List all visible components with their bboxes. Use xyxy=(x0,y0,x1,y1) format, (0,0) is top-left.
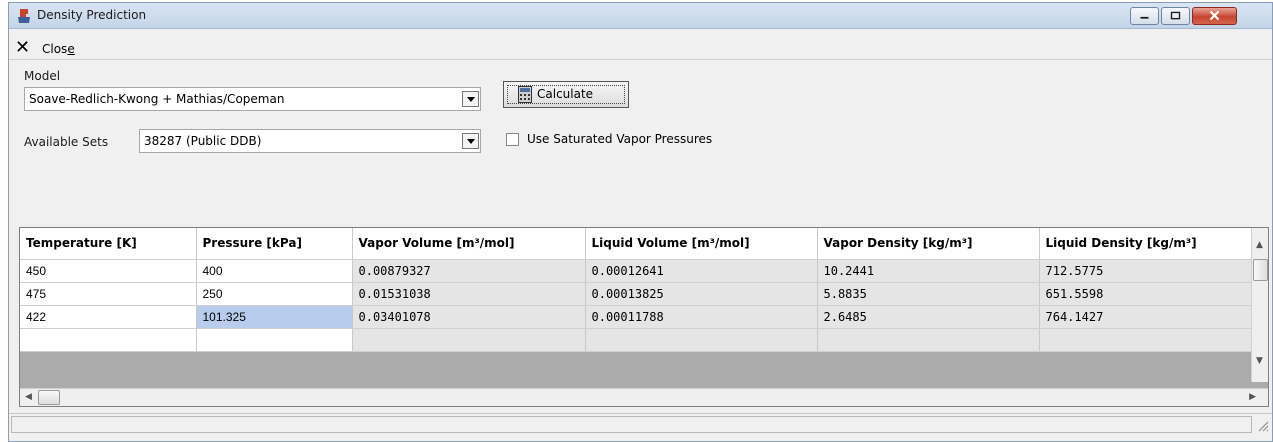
window-close-button[interactable] xyxy=(1192,7,1237,25)
available-sets-label: Available Sets xyxy=(24,135,109,149)
vapor-volume-cell xyxy=(352,328,586,352)
horizontal-scrollbar[interactable]: ◀ ▶ xyxy=(20,388,1268,406)
header-row: Temperature [K] Pressure [kPa] Vapor Vol… xyxy=(20,228,1254,260)
vertical-scrollbar[interactable]: ▲ ▼ xyxy=(1251,228,1268,382)
pressure-cell[interactable] xyxy=(196,328,353,352)
liquid-density-cell: 712.5775 xyxy=(1039,259,1254,283)
window-title: Density Prediction xyxy=(37,8,147,22)
close-icon xyxy=(1209,10,1220,21)
chevron-down-icon[interactable] xyxy=(462,133,479,149)
column-header[interactable]: Liquid Volume [m³/mol] xyxy=(585,228,818,260)
saturated-vapor-label[interactable]: Use Saturated Vapor Pressures xyxy=(527,132,712,146)
density-prediction-window: Density Prediction ✕ Close Model Soave-R… xyxy=(8,2,1273,442)
model-select[interactable]: Soave-Redlich-Kwong + Mathias/Copeman xyxy=(24,87,481,111)
close-label: Close xyxy=(42,42,75,56)
column-header[interactable]: Vapor Volume [m³/mol] xyxy=(352,228,586,260)
maximize-button[interactable] xyxy=(1161,7,1190,25)
close-x-icon: ✕ xyxy=(15,37,31,58)
results-grid[interactable]: Temperature [K] Pressure [kPa] Vapor Vol… xyxy=(19,227,1269,407)
status-bar xyxy=(9,413,1272,435)
liquid-volume-cell: 0.00013825 xyxy=(585,282,818,306)
maximize-icon xyxy=(1170,11,1181,20)
vapor-density-cell xyxy=(817,328,1040,352)
chevron-down-icon[interactable] xyxy=(462,91,479,107)
liquid-density-cell xyxy=(1039,328,1254,352)
temperature-cell[interactable]: 422 xyxy=(20,305,197,329)
column-header[interactable]: Pressure [kPa] xyxy=(196,228,353,260)
vapor-density-cell: 10.2441 xyxy=(817,259,1040,283)
vapor-volume-cell: 0.01531038 xyxy=(352,282,586,306)
column-header[interactable]: Vapor Density [kg/m³] xyxy=(817,228,1040,260)
liquid-volume-cell xyxy=(585,328,818,352)
results-table: Temperature [K] Pressure [kPa] Vapor Vol… xyxy=(20,228,1254,352)
scroll-right-icon[interactable]: ▶ xyxy=(1249,392,1256,402)
liquid-volume-cell: 0.00011788 xyxy=(585,305,818,329)
scroll-down-icon[interactable]: ▼ xyxy=(1256,356,1263,366)
model-label: Model xyxy=(24,69,61,83)
liquid-volume-cell: 0.00012641 xyxy=(585,259,818,283)
column-header[interactable]: Liquid Density [kg/m³] xyxy=(1039,228,1254,260)
pressure-cell[interactable]: 250 xyxy=(196,282,353,306)
calculate-button[interactable]: Calculate xyxy=(503,81,629,108)
pressure-cell[interactable]: 400 xyxy=(196,259,353,283)
toolbar: ✕ Close xyxy=(9,30,1272,60)
available-sets-select[interactable]: 38287 (Public DDB) xyxy=(139,129,481,153)
table-row: 450 400 0.00879327 0.00012641 10.2441 71… xyxy=(20,259,1254,283)
liquid-density-cell: 651.5598 xyxy=(1039,282,1254,306)
vapor-volume-cell: 0.03401078 xyxy=(352,305,586,329)
vertical-scroll-thumb[interactable] xyxy=(1253,259,1268,281)
vapor-volume-cell: 0.00879327 xyxy=(352,259,586,283)
scroll-left-icon[interactable]: ◀ xyxy=(25,392,32,402)
calculator-icon xyxy=(518,86,532,103)
temperature-cell[interactable] xyxy=(20,328,197,352)
app-icon xyxy=(18,9,30,23)
pressure-cell-selected[interactable]: 101.325 xyxy=(196,305,353,329)
table-row: 475 250 0.01531038 0.00013825 5.8835 651… xyxy=(20,282,1254,306)
vapor-density-cell: 5.8835 xyxy=(817,282,1040,306)
minimize-icon xyxy=(1140,16,1149,19)
title-bar[interactable]: Density Prediction xyxy=(9,3,1272,29)
column-header[interactable]: Temperature [K] xyxy=(20,228,197,260)
model-select-value: Soave-Redlich-Kwong + Mathias/Copeman xyxy=(29,92,285,106)
resize-grip-icon[interactable] xyxy=(1257,420,1269,432)
status-panel xyxy=(11,416,1252,433)
horizontal-scroll-thumb[interactable] xyxy=(38,390,60,405)
saturated-vapor-checkbox[interactable] xyxy=(506,133,519,146)
calculate-label: Calculate xyxy=(537,87,594,101)
table-row: 422 101.325 0.03401078 0.00011788 2.6485… xyxy=(20,305,1254,329)
available-sets-value: 38287 (Public DDB) xyxy=(144,134,262,148)
minimize-button[interactable] xyxy=(1130,7,1159,25)
liquid-density-cell: 764.1427 xyxy=(1039,305,1254,329)
temperature-cell[interactable]: 475 xyxy=(20,282,197,306)
vapor-density-cell: 2.6485 xyxy=(817,305,1040,329)
new-row xyxy=(20,328,1254,352)
temperature-cell[interactable]: 450 xyxy=(20,259,197,283)
scroll-up-icon[interactable]: ▲ xyxy=(1256,240,1263,250)
